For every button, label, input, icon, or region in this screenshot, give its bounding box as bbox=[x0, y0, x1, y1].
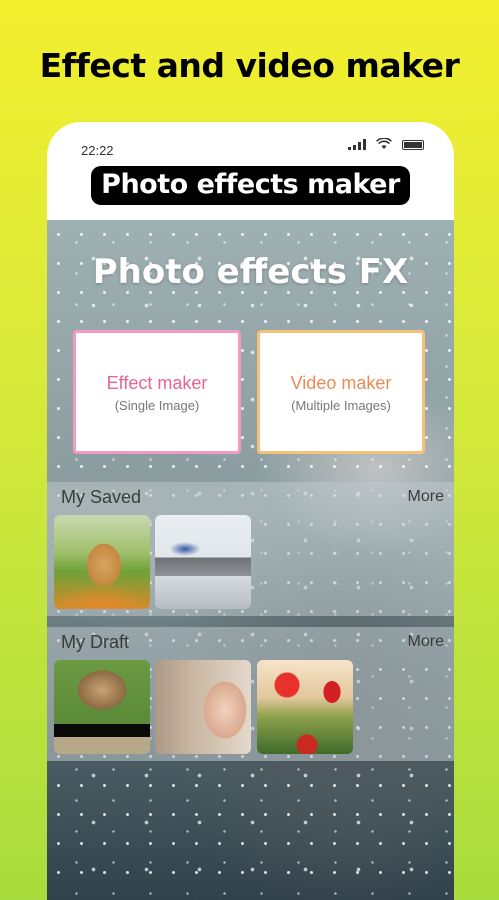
my-saved-title: My Saved bbox=[61, 487, 142, 507]
status-time: 22:22 bbox=[81, 143, 114, 158]
draft-thumbnail-strawberries[interactable] bbox=[257, 660, 353, 754]
wifi-icon bbox=[376, 138, 392, 149]
effect-maker-button[interactable]: Effect maker (Single Image) bbox=[73, 330, 241, 454]
video-maker-title: Video maker bbox=[290, 373, 392, 393]
draft-thumbnail-face[interactable] bbox=[155, 660, 251, 754]
my-draft-section: My Draft More bbox=[47, 627, 454, 761]
my-saved-section: My Saved More bbox=[47, 482, 454, 616]
phone-frame: 22:22 Photo effects maker Photo effects … bbox=[47, 122, 454, 900]
battery-icon bbox=[402, 140, 424, 150]
my-draft-title: My Draft bbox=[61, 632, 130, 652]
promo-sticker: Photo effects maker bbox=[47, 166, 454, 205]
app-title: Photo effects FX bbox=[92, 252, 409, 292]
my-draft-more-link[interactable]: More bbox=[408, 633, 444, 651]
status-bar: 22:22 bbox=[47, 122, 454, 162]
signal-icon bbox=[348, 138, 366, 150]
app-screen: Photo effects FX Effect maker (Single Im… bbox=[47, 220, 454, 900]
my-saved-more-link[interactable]: More bbox=[408, 488, 444, 506]
promo-sticker-text: Photo effects maker bbox=[91, 166, 410, 205]
video-maker-subtitle: (Multiple Images) bbox=[291, 398, 391, 413]
effect-maker-subtitle: (Single Image) bbox=[114, 398, 200, 413]
status-icons bbox=[348, 138, 424, 150]
saved-thumbnail-car[interactable] bbox=[155, 515, 251, 609]
effect-maker-title: Effect maker bbox=[106, 373, 208, 393]
video-maker-button[interactable]: Video maker (Multiple Images) bbox=[257, 330, 425, 454]
promo-headline: Effect and video maker bbox=[39, 46, 460, 85]
draft-thumbnail-pug[interactable] bbox=[54, 660, 150, 754]
saved-thumbnail-dog[interactable] bbox=[54, 515, 150, 609]
